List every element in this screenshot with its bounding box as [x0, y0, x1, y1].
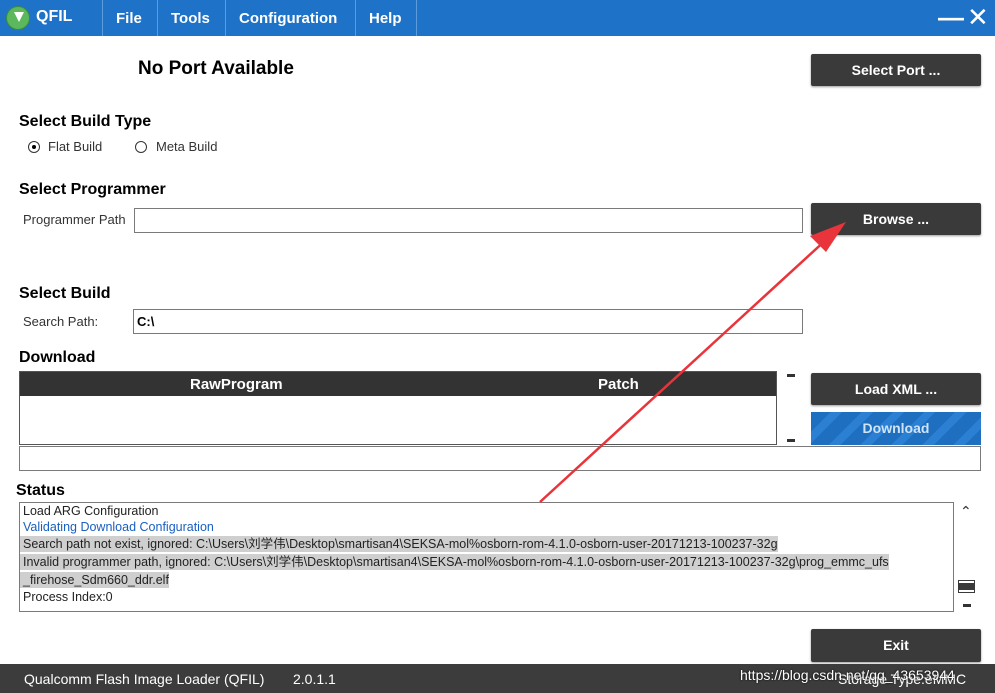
meta-build-label: Meta Build	[156, 139, 218, 154]
search-path-input[interactable]: C:\	[133, 309, 803, 334]
column-patch: Patch	[598, 376, 639, 393]
log-line: Process Index:0	[23, 590, 113, 604]
port-status: No Port Available	[138, 58, 294, 79]
flat-build-label: Flat Build	[48, 139, 103, 154]
menu-lines-icon[interactable]	[959, 581, 974, 592]
download-heading: Download	[19, 349, 96, 366]
log-line: Invalid programmer path, ignored: C:\Use…	[20, 554, 889, 570]
programmer-heading: Select Programmer	[19, 181, 166, 198]
build-type-heading: Select Build Type	[19, 113, 152, 130]
programmer-path-label: Programmer Path	[23, 212, 126, 227]
close-button[interactable]: ✕	[967, 4, 989, 30]
download-button[interactable]: Download	[811, 412, 981, 445]
watermark: https://blog.csdn.net/qq_43653944	[740, 667, 955, 683]
select-port-button[interactable]: Select Port ...	[811, 54, 981, 86]
dash-icon	[787, 374, 795, 377]
select-build-heading: Select Build	[19, 285, 111, 302]
menu-tools[interactable]: Tools	[157, 0, 225, 36]
download-progress-bar	[19, 446, 981, 471]
footer-version: 2.0.1.1	[293, 671, 336, 687]
column-rawprogram: RawProgram	[190, 376, 283, 393]
log-line: Search path not exist, ignored: C:\Users…	[20, 536, 778, 552]
load-xml-button[interactable]: Load XML ...	[811, 373, 981, 405]
title-bar: QFIL File Tools Configuration Help — ✕	[0, 0, 995, 36]
dash-icon	[963, 604, 971, 607]
download-table[interactable]: RawProgram Patch	[19, 371, 777, 445]
menu-file[interactable]: File	[102, 0, 157, 36]
menu-help[interactable]: Help	[355, 0, 417, 36]
menu-configuration[interactable]: Configuration	[225, 0, 355, 36]
status-heading: Status	[16, 482, 65, 499]
footer-app-title: Qualcomm Flash Image Loader (QFIL)	[24, 671, 265, 687]
meta-build-radio[interactable]	[135, 141, 147, 153]
flat-build-radio[interactable]	[28, 141, 40, 153]
download-table-header: RawProgram Patch	[20, 372, 776, 396]
log-line: Load ARG Configuration	[23, 504, 159, 518]
minimize-button[interactable]: —	[938, 4, 964, 30]
exit-button[interactable]: Exit	[811, 629, 981, 662]
dash-icon	[787, 439, 795, 442]
log-line: Validating Download Configuration	[23, 520, 214, 534]
programmer-path-input[interactable]	[134, 208, 803, 233]
log-line: _firehose_Sdm660_ddr.elf	[20, 572, 169, 588]
scroll-up-icon[interactable]: ⌃	[960, 503, 972, 520]
search-path-label: Search Path:	[23, 314, 99, 329]
status-log: Load ARG Configuration Validating Downlo…	[19, 502, 954, 612]
qfil-logo-icon	[6, 6, 30, 30]
browse-button[interactable]: Browse ...	[811, 203, 981, 235]
app-name: QFIL	[36, 8, 73, 25]
